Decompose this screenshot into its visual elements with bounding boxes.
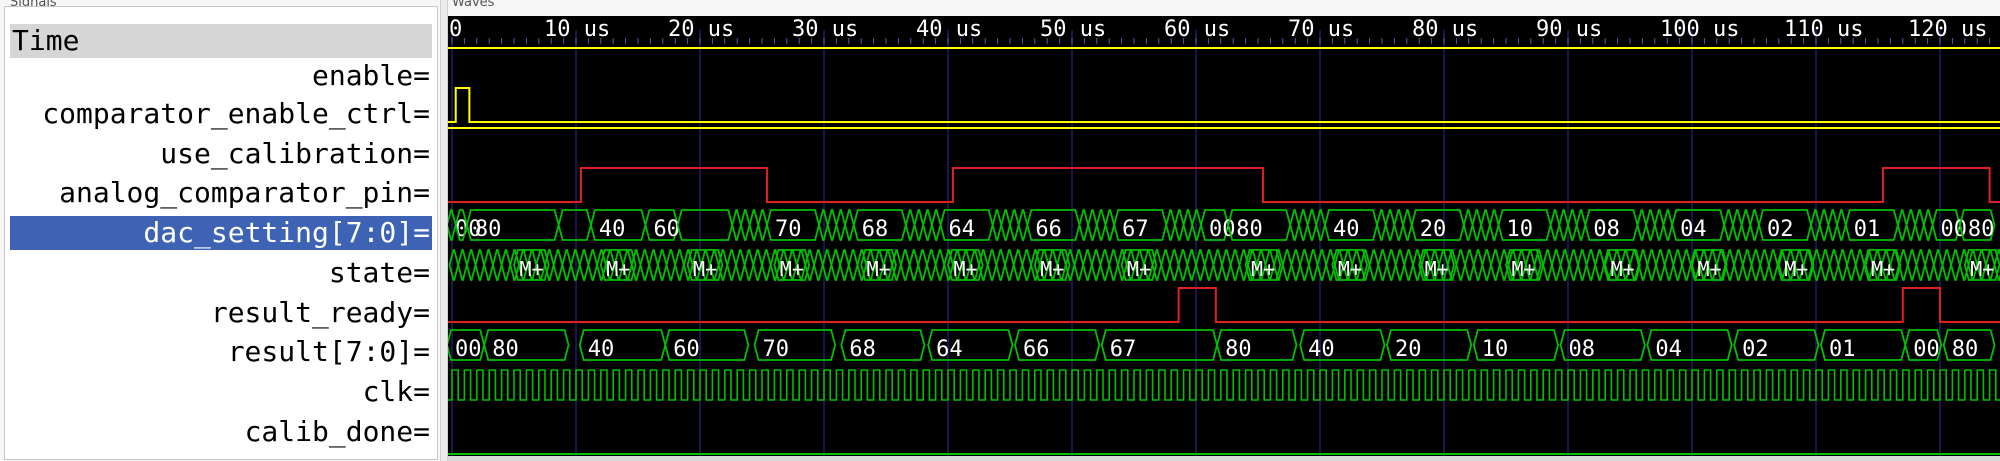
ruler-tick-label: 100 us: [1660, 17, 1739, 42]
bus-value-label: 04: [1655, 337, 1682, 362]
bus-value-label: 02: [1767, 217, 1794, 242]
bus-value-label: 80: [1952, 337, 1979, 362]
bus-value-label: 08: [1593, 217, 1620, 242]
ruler-tick-label: 50 us: [1040, 17, 1106, 42]
bus-value-label: 40: [1308, 337, 1335, 362]
state-label: M+: [1127, 257, 1151, 281]
ruler-tick-label: 60 us: [1164, 17, 1230, 42]
state-label: M+: [1251, 257, 1275, 281]
signal-row-dac-setting[interactable]: dac_setting[7:0]=: [10, 216, 432, 250]
state-label: M+: [1040, 257, 1064, 281]
state-label: M+: [519, 257, 543, 281]
bus-value-label: 20: [1420, 217, 1447, 242]
bus-value-label: 20: [1395, 337, 1422, 362]
state-label: M+: [693, 257, 717, 281]
bus-value-label: 66: [1023, 337, 1049, 362]
bus-value-label: 60: [673, 337, 700, 362]
waveform-canvas[interactable]: 0 10 us 20 us 30 us 40 us 50 us 60 us 70 us 80 u…: [448, 16, 2000, 456]
bus-value-label: 80: [1225, 337, 1252, 362]
state-label: M+: [867, 257, 891, 281]
ruler-tick-label: 80 us: [1412, 17, 1478, 42]
bus-value-label: 00: [455, 337, 482, 362]
signal-row-clk[interactable]: clk=: [10, 375, 432, 409]
state-label: M+: [953, 257, 977, 281]
bus-value-label: 08: [1569, 337, 1596, 362]
state-label: M+: [1784, 257, 1808, 281]
bus-value-label: 80: [492, 337, 519, 362]
state-label: M+: [1338, 257, 1362, 281]
bus-value-label: 67: [1110, 337, 1137, 362]
bus-value-label: 80: [1236, 217, 1263, 242]
bus-value-label: 04: [1680, 217, 1707, 242]
bus-value-label: 40: [1333, 217, 1360, 242]
signal-row-result-ready[interactable]: result_ready=: [10, 296, 432, 330]
ruler-tick-label: 30 us: [792, 17, 858, 42]
bus-value-label: 64: [936, 337, 963, 362]
bus-value-label: 70: [775, 217, 802, 242]
signals-pane: Signals Time enable= comparator_enable_c…: [0, 0, 440, 461]
state-label: M+: [1511, 257, 1535, 281]
state-label: M+: [780, 257, 804, 281]
bus-value-label: 68: [862, 217, 889, 242]
bus-value-label: 00: [1913, 337, 1940, 362]
ruler-tick-label: 90 us: [1536, 17, 1602, 42]
bus-value-label: 67: [1122, 217, 1149, 242]
bus-value-label: 10: [1507, 217, 1534, 242]
state-label: M+: [606, 257, 630, 281]
state-label: M+: [1611, 257, 1635, 281]
ruler-tick-label: 120 us: [1908, 17, 1987, 42]
pane-splitter[interactable]: [440, 0, 448, 461]
signal-row-state[interactable]: state=: [10, 256, 432, 290]
state-label: M+: [1425, 257, 1449, 281]
ruler-tick-label: 110 us: [1784, 17, 1863, 42]
waves-pane-label: Waves: [450, 0, 497, 10]
ruler-tick-label: 70 us: [1288, 17, 1354, 42]
ruler-tick-label: 40 us: [916, 17, 982, 42]
signal-row-time[interactable]: Time: [10, 24, 432, 58]
bus-value-label: 70: [763, 337, 790, 362]
bus-value-label: 40: [599, 217, 626, 242]
ruler-tick-label: 10 us: [544, 17, 610, 42]
ruler-tick-label: 0: [449, 17, 462, 42]
signal-row-comparator-enable-ctrl[interactable]: comparator_enable_ctrl=: [10, 97, 432, 131]
bus-value-label: 40: [588, 337, 615, 362]
signal-row-analog-comparator-pin[interactable]: analog_comparator_pin=: [10, 176, 432, 210]
bus-value-label: 01: [1854, 217, 1881, 242]
horizontal-scrollbar[interactable]: [448, 456, 2000, 461]
bus-value-label: 64: [949, 217, 976, 242]
signal-row-enable[interactable]: enable=: [10, 59, 432, 93]
bus-value-label: 80: [1968, 217, 1995, 242]
state-label: M+: [1970, 257, 1994, 281]
bus-value-label: 80: [475, 217, 502, 242]
signal-row-use-calibration[interactable]: use_calibration=: [10, 137, 432, 171]
bus-value-label: 66: [1035, 217, 1062, 242]
state-label: M+: [1871, 257, 1895, 281]
bus-value-label: 68: [849, 337, 876, 362]
signal-row-result[interactable]: result[7:0]=: [10, 335, 432, 369]
state-label: M+: [1697, 257, 1721, 281]
bus-value-label: 01: [1829, 337, 1856, 362]
bus-value-label: 02: [1742, 337, 1769, 362]
signal-row-calib-done[interactable]: calib_done=: [10, 415, 432, 449]
ruler-tick-label: 20 us: [668, 17, 734, 42]
bus-value-label: 10: [1482, 337, 1509, 362]
bus-value-label: 60: [653, 217, 680, 242]
